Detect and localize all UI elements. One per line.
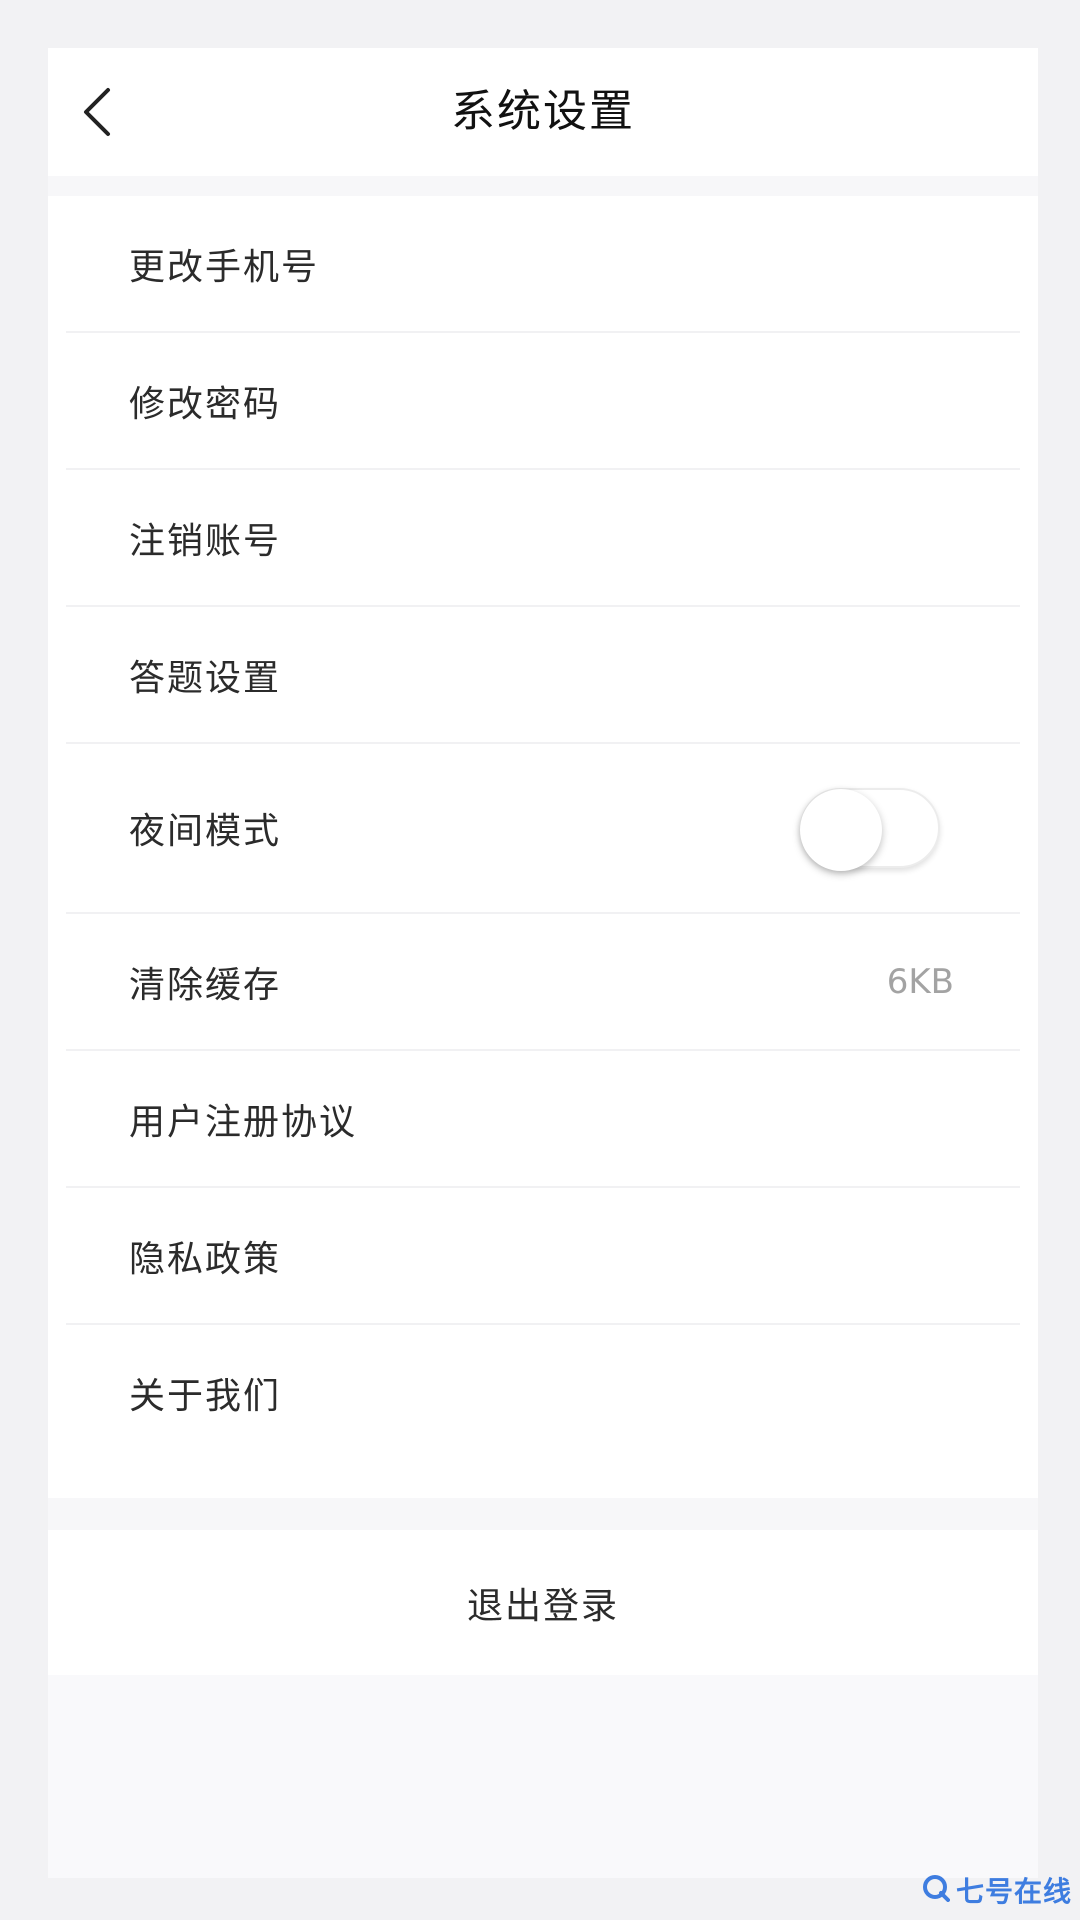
settings-screen: 系统设置 更改手机号 修改密码 注销账号 答题设置 夜间模式 清除缓存 6KB … xyxy=(48,48,1038,1878)
toggle-knob xyxy=(800,789,882,871)
logout-label: 退出登录 xyxy=(466,1585,619,1627)
settings-item-label: 关于我们 xyxy=(129,1375,282,1417)
watermark: 七号在线 xyxy=(922,1870,1072,1910)
settings-item-change-password[interactable]: 修改密码 xyxy=(66,333,1020,470)
settings-item-label: 修改密码 xyxy=(129,383,282,425)
settings-item-label: 夜间模式 xyxy=(129,811,282,852)
settings-item-about-us[interactable]: 关于我们 xyxy=(66,1325,1020,1460)
top-navigation-bar: 系统设置 xyxy=(48,48,1038,176)
settings-item-quiz-settings[interactable]: 答题设置 xyxy=(66,607,1020,744)
settings-item-privacy-policy[interactable]: 隐私政策 xyxy=(66,1188,1020,1325)
settings-item-label: 隐私政策 xyxy=(129,1238,282,1280)
settings-item-label: 注销账号 xyxy=(129,520,282,562)
settings-item-cancel-account[interactable]: 注销账号 xyxy=(66,470,1020,607)
section-divider xyxy=(48,1498,1038,1530)
settings-item-label: 用户注册协议 xyxy=(129,1101,358,1143)
night-mode-toggle[interactable] xyxy=(800,788,940,871)
settings-list: 更改手机号 修改密码 注销账号 答题设置 夜间模式 清除缓存 6KB 用户注册协… xyxy=(48,196,1038,1498)
settings-item-change-phone[interactable]: 更改手机号 xyxy=(66,196,1020,333)
settings-item-user-agreement[interactable]: 用户注册协议 xyxy=(66,1051,1020,1188)
watermark-text: 七号在线 xyxy=(955,1875,1072,1908)
section-divider xyxy=(48,176,1038,196)
settings-item-label: 清除缓存 xyxy=(129,964,282,1006)
watermark-logo-icon xyxy=(922,1874,950,1906)
settings-item-label: 更改手机号 xyxy=(129,246,320,288)
page-title: 系统设置 xyxy=(451,86,635,137)
settings-item-night-mode: 夜间模式 xyxy=(66,744,1020,914)
settings-item-label: 答题设置 xyxy=(129,657,282,699)
settings-item-clear-cache[interactable]: 清除缓存 6KB xyxy=(66,914,1020,1051)
logout-button[interactable]: 退出登录 xyxy=(48,1530,1038,1675)
cache-size-value: 6KB xyxy=(886,961,954,1002)
